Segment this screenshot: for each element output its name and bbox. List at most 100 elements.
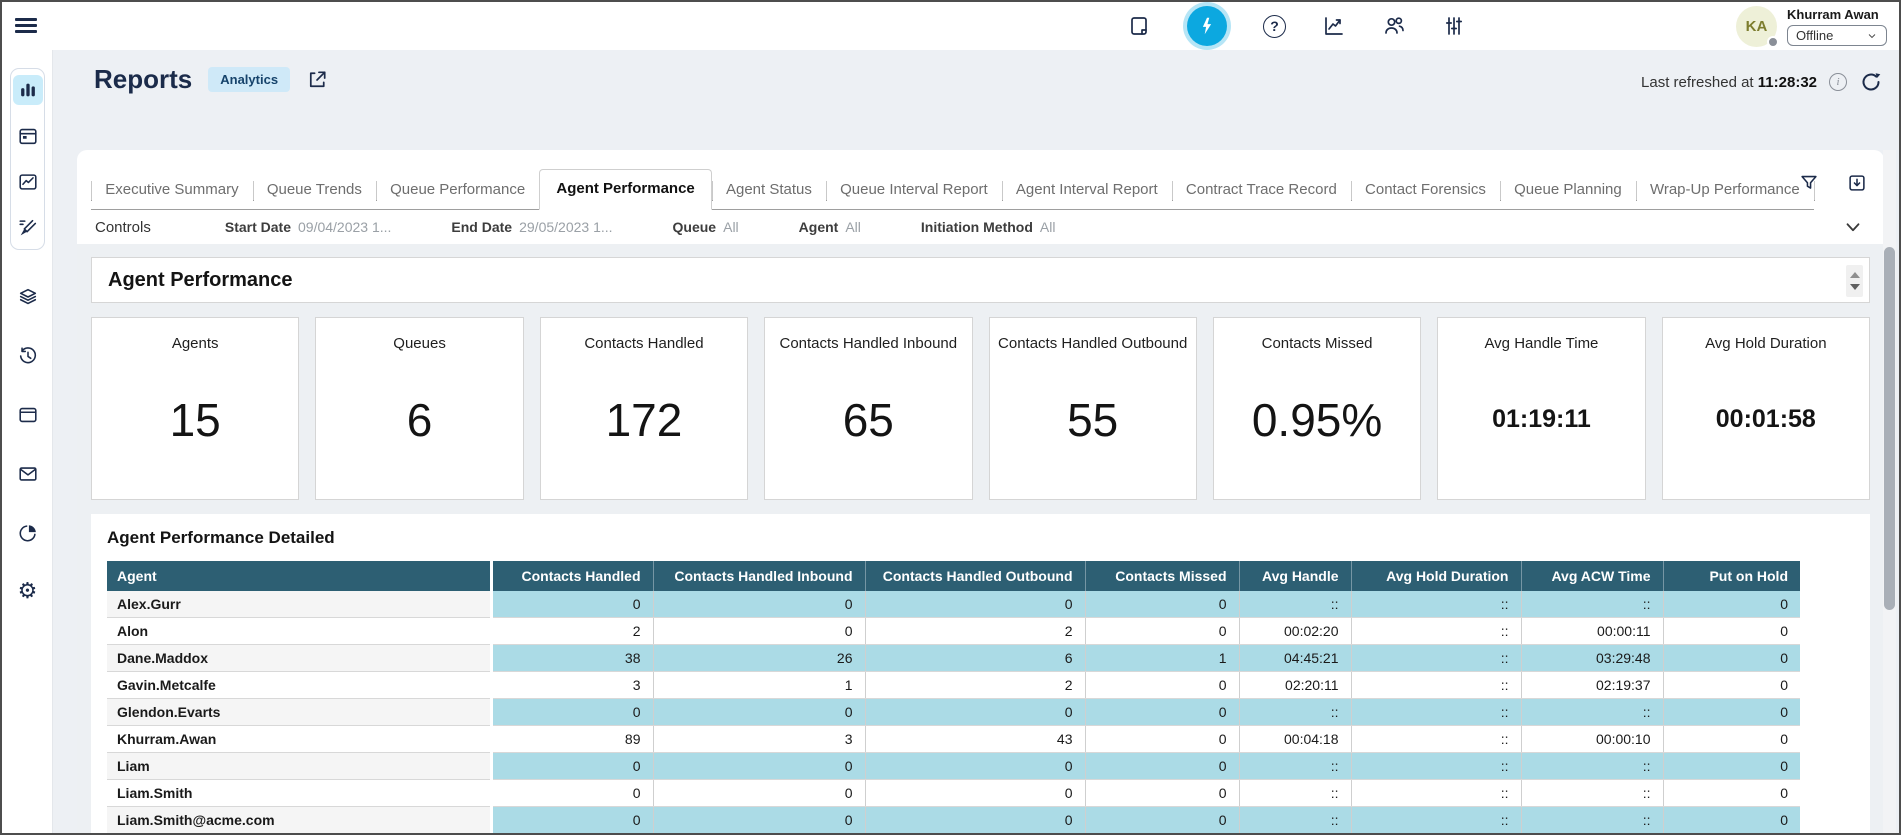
value-cell: 0 bbox=[1663, 645, 1800, 672]
sidebar-item-settings[interactable]: ⚙ bbox=[13, 577, 43, 607]
kpi-card-contacts-handled-outbound: Contacts Handled Outbound55 bbox=[989, 317, 1197, 500]
section-title: Agent Performance bbox=[108, 269, 293, 292]
external-link-icon[interactable] bbox=[306, 68, 330, 92]
app-window: ? KA Khurram Awan Offline bbox=[0, 0, 1901, 835]
value-cell: 0 bbox=[653, 618, 865, 645]
help-icon[interactable]: ? bbox=[1263, 15, 1286, 38]
column-header-contacts-handled-outbound[interactable]: Contacts Handled Outbound bbox=[865, 561, 1085, 591]
report-tabs: Executive SummaryQueue TrendsQueue Perfo… bbox=[91, 170, 1814, 210]
sidebar-item-bar-chart[interactable] bbox=[13, 75, 43, 105]
column-header-put-on-hold[interactable]: Put on Hold bbox=[1663, 561, 1800, 591]
column-header-contacts-missed[interactable]: Contacts Missed bbox=[1085, 561, 1239, 591]
value-cell: :: bbox=[1351, 780, 1521, 807]
tab-agent-performance[interactable]: Agent Performance bbox=[539, 169, 711, 210]
kpi-label: Contacts Missed bbox=[1262, 335, 1373, 352]
tab-queue-planning[interactable]: Queue Planning bbox=[1500, 172, 1636, 210]
agent-name-cell: Liam bbox=[107, 753, 491, 780]
value-cell: 0 bbox=[491, 699, 653, 726]
table-row-alex-gurr: Alex.Gurr0000::::::0 bbox=[107, 591, 1800, 618]
tab-queue-performance[interactable]: Queue Performance bbox=[376, 172, 539, 210]
analytics-badge: Analytics bbox=[208, 67, 290, 92]
notes-icon[interactable] bbox=[1127, 14, 1151, 38]
column-header-contacts-handled-inbound[interactable]: Contacts Handled Inbound bbox=[653, 561, 865, 591]
kpi-value: 55 bbox=[1067, 352, 1118, 499]
value-cell: 2 bbox=[491, 618, 653, 645]
scrollbar-thumb[interactable] bbox=[1884, 247, 1895, 610]
table-row-dane-maddox: Dane.Maddox38266104:45:21::03:29:480 bbox=[107, 645, 1800, 672]
kpi-value: 00:01:58 bbox=[1716, 352, 1816, 499]
avatar-initials: KA bbox=[1746, 18, 1768, 35]
value-cell: 2 bbox=[865, 672, 1085, 699]
page-header: Reports Analytics Last refreshed at 11:2… bbox=[53, 50, 1899, 108]
value-cell: 0 bbox=[491, 780, 653, 807]
spinner-down-icon[interactable] bbox=[1850, 284, 1860, 290]
avatar[interactable]: KA bbox=[1736, 6, 1777, 47]
value-cell: 0 bbox=[653, 699, 865, 726]
column-header-avg-acw-time[interactable]: Avg ACW Time bbox=[1521, 561, 1663, 591]
info-icon[interactable]: i bbox=[1829, 73, 1847, 91]
spinner-up-icon[interactable] bbox=[1850, 272, 1860, 278]
scrollbar-track[interactable] bbox=[1883, 150, 1896, 833]
lightning-icon[interactable] bbox=[1187, 6, 1227, 46]
kpi-label: Contacts Handled Inbound bbox=[779, 335, 957, 352]
tab-agent-status[interactable]: Agent Status bbox=[712, 172, 826, 210]
value-cell: :: bbox=[1521, 780, 1663, 807]
sidebar-item-history[interactable] bbox=[13, 341, 43, 371]
sidebar-item-customize[interactable] bbox=[13, 213, 43, 243]
tab-contact-forensics[interactable]: Contact Forensics bbox=[1351, 172, 1500, 210]
value-cell: :: bbox=[1521, 807, 1663, 834]
sliders-icon[interactable] bbox=[1442, 14, 1466, 38]
tab-queue-trends[interactable]: Queue Trends bbox=[253, 172, 376, 210]
last-refreshed-time: 11:28:32 bbox=[1758, 74, 1817, 91]
section-spinner[interactable] bbox=[1846, 265, 1863, 297]
filter-start-date[interactable]: Start Date09/04/2023 1... bbox=[225, 219, 392, 235]
refresh-icon[interactable] bbox=[1859, 70, 1883, 94]
value-cell: 0 bbox=[1663, 699, 1800, 726]
tab-executive-summary[interactable]: Executive Summary bbox=[91, 172, 252, 210]
value-cell: :: bbox=[1351, 672, 1521, 699]
column-header-contacts-handled[interactable]: Contacts Handled bbox=[491, 561, 653, 591]
sidebar-item-layers[interactable] bbox=[13, 282, 43, 312]
value-cell: 89 bbox=[491, 726, 653, 753]
page-title: Reports bbox=[94, 64, 192, 95]
status-dropdown[interactable]: Offline bbox=[1787, 25, 1887, 46]
value-cell: 0 bbox=[653, 753, 865, 780]
tab-agent-interval-report[interactable]: Agent Interval Report bbox=[1002, 172, 1172, 210]
main-area: Reports Analytics Last refreshed at 11:2… bbox=[53, 50, 1899, 833]
users-icon[interactable] bbox=[1382, 14, 1406, 38]
sidebar-item-mail[interactable] bbox=[13, 459, 43, 489]
hamburger-menu-icon[interactable] bbox=[15, 15, 37, 35]
sidebar-item-window[interactable] bbox=[13, 400, 43, 430]
filter-queue[interactable]: QueueAll bbox=[673, 219, 739, 235]
value-cell: 0 bbox=[1085, 780, 1239, 807]
filter-end-date[interactable]: End Date29/05/2023 1... bbox=[451, 219, 612, 235]
filter-icon[interactable] bbox=[1798, 172, 1820, 194]
value-cell: 1 bbox=[653, 672, 865, 699]
kpi-label: Agents bbox=[172, 335, 219, 352]
tab-contract-trace-record[interactable]: Contract Trace Record bbox=[1172, 172, 1351, 210]
kpi-label: Avg Handle Time bbox=[1484, 335, 1598, 352]
value-cell: 0 bbox=[1085, 699, 1239, 726]
report-content: Agent Performance Agents15Queues6Contact… bbox=[77, 244, 1884, 835]
column-header-avg-hold-duration[interactable]: Avg Hold Duration bbox=[1351, 561, 1521, 591]
filter-initiation-method[interactable]: Initiation MethodAll bbox=[921, 219, 1056, 235]
sidebar-item-line-chart[interactable] bbox=[13, 167, 43, 197]
value-cell: 3 bbox=[491, 672, 653, 699]
metrics-icon[interactable] bbox=[1322, 14, 1346, 38]
value-cell: :: bbox=[1351, 753, 1521, 780]
sidebar-item-pie-chart[interactable] bbox=[13, 518, 43, 548]
sidebar-item-calendar[interactable] bbox=[13, 121, 43, 151]
column-header-avg-handle[interactable]: Avg Handle bbox=[1239, 561, 1351, 591]
history-icon bbox=[17, 345, 39, 367]
tab-wrap-up-performance[interactable]: Wrap-Up Performance bbox=[1636, 172, 1814, 210]
column-header-agent[interactable]: Agent bbox=[107, 561, 491, 591]
value-cell: :: bbox=[1521, 591, 1663, 618]
agent-name-cell: Glendon.Evarts bbox=[107, 699, 491, 726]
download-icon[interactable] bbox=[1846, 172, 1868, 194]
value-cell: :: bbox=[1521, 753, 1663, 780]
sidebar-group bbox=[10, 68, 45, 250]
controls-collapse-chevron-icon[interactable] bbox=[1842, 216, 1864, 238]
filter-agent[interactable]: AgentAll bbox=[799, 219, 861, 235]
tab-queue-interval-report[interactable]: Queue Interval Report bbox=[826, 172, 1002, 210]
kpi-card-contacts-handled: Contacts Handled172 bbox=[540, 317, 748, 500]
